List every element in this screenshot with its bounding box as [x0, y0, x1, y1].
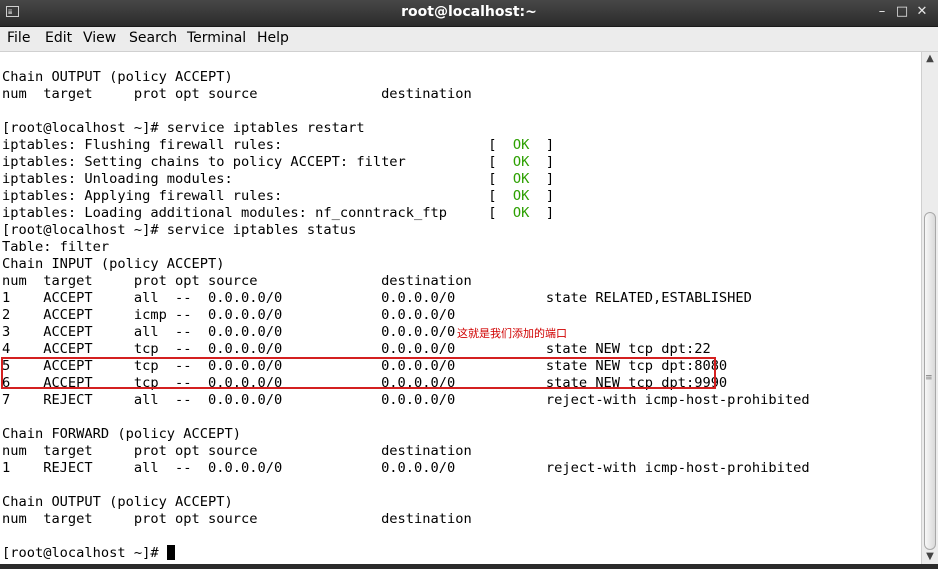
terminal-line: [root@localhost ~]# service iptables res… — [2, 120, 365, 136]
terminal-line: 2 ACCEPT icmp -- 0.0.0.0/0 0.0.0.0/0 — [2, 307, 456, 323]
menu-terminal[interactable]: Terminal — [187, 30, 246, 46]
terminal-line: 4 ACCEPT tcp -- 0.0.0.0/0 0.0.0.0/0 stat… — [2, 341, 711, 357]
menu-help[interactable]: Help — [257, 30, 289, 46]
terminal-line: iptables: Loading additional modules: nf… — [2, 205, 554, 222]
terminal-line: iptables: Applying firewall rules: [ OK … — [2, 188, 554, 205]
ok-bracket: ] — [529, 188, 555, 204]
ok-status: OK — [512, 154, 530, 170]
grip-icon: ≡ — [925, 373, 933, 383]
ok-bracket: ] — [529, 137, 555, 153]
terminal-line-text: iptables: Flushing firewall rules: [ — [2, 137, 513, 153]
text-cursor — [166, 545, 175, 560]
ok-status: OK — [512, 171, 530, 187]
close-icon[interactable]: ✕ — [913, 3, 931, 21]
window-title: root@localhost:~ — [401, 4, 537, 20]
ok-bracket: ] — [529, 171, 555, 187]
terminal-line: 3 ACCEPT all -- 0.0.0.0/0 0.0.0.0/0 — [2, 324, 456, 340]
vertical-scrollbar[interactable]: ▲ ≡ ▼ — [921, 52, 938, 564]
maximize-icon[interactable]: □ — [893, 3, 911, 21]
terminal-line: Chain OUTPUT (policy ACCEPT) — [2, 494, 233, 510]
terminal-prompt-line[interactable]: [root@localhost ~]# — [2, 545, 175, 562]
highlight-box — [1, 357, 716, 389]
terminal-line-text: iptables: Unloading modules: [ — [2, 171, 513, 187]
minimize-icon[interactable]: – — [873, 3, 891, 21]
terminal-line: Chain FORWARD (policy ACCEPT) — [2, 426, 241, 442]
scroll-down-icon[interactable]: ▼ — [922, 550, 938, 564]
terminal-line: Chain OUTPUT (policy ACCEPT) — [2, 69, 233, 85]
title-bar: ≣ root@localhost:~ – □ ✕ — [0, 0, 938, 27]
port-annotation: 这就是我们添加的端口 — [457, 327, 567, 340]
terminal-line: Table: filter — [2, 239, 110, 255]
terminal-line: 1 REJECT all -- 0.0.0.0/0 0.0.0.0/0 reje… — [2, 460, 810, 476]
scroll-up-icon[interactable]: ▲ — [922, 52, 938, 66]
terminal-line: num target prot opt source destination — [2, 443, 472, 459]
menu-file[interactable]: File — [7, 30, 30, 46]
terminal-line-text: iptables: Applying firewall rules: [ — [2, 188, 513, 204]
ok-status: OK — [512, 205, 530, 221]
menu-bar: File Edit View Search Terminal Help — [0, 27, 938, 52]
terminal-line-text: iptables: Setting chains to policy ACCEP… — [2, 154, 513, 170]
terminal-line-text: iptables: Loading additional modules: nf… — [2, 205, 513, 221]
ok-status: OK — [512, 188, 530, 204]
menu-edit[interactable]: Edit — [45, 30, 72, 46]
terminal-line: iptables: Flushing firewall rules: [ OK … — [2, 137, 554, 154]
window-bottom-border — [0, 564, 938, 569]
terminal-line: iptables: Unloading modules: [ OK ] — [2, 171, 554, 188]
terminal-line: 1 ACCEPT all -- 0.0.0.0/0 0.0.0.0/0 stat… — [2, 290, 752, 306]
terminal-line: num target prot opt source destination — [2, 273, 472, 289]
ok-bracket: ] — [529, 205, 555, 221]
menu-search[interactable]: Search — [129, 30, 177, 46]
menu-view[interactable]: View — [83, 30, 116, 46]
terminal-line: num target prot opt source destination — [2, 86, 472, 102]
ok-bracket: ] — [529, 154, 555, 170]
terminal-line: iptables: Setting chains to policy ACCEP… — [2, 154, 554, 171]
terminal-output[interactable]: Chain OUTPUT (policy ACCEPT) num target … — [0, 52, 921, 564]
terminal-line: Chain INPUT (policy ACCEPT) — [2, 256, 225, 272]
ok-status: OK — [512, 137, 530, 153]
terminal-prompt: [root@localhost ~]# — [2, 545, 167, 561]
terminal-line: 7 REJECT all -- 0.0.0.0/0 0.0.0.0/0 reje… — [2, 392, 810, 408]
terminal-line: num target prot opt source destination — [2, 511, 472, 527]
terminal-line: [root@localhost ~]# service iptables sta… — [2, 222, 357, 238]
